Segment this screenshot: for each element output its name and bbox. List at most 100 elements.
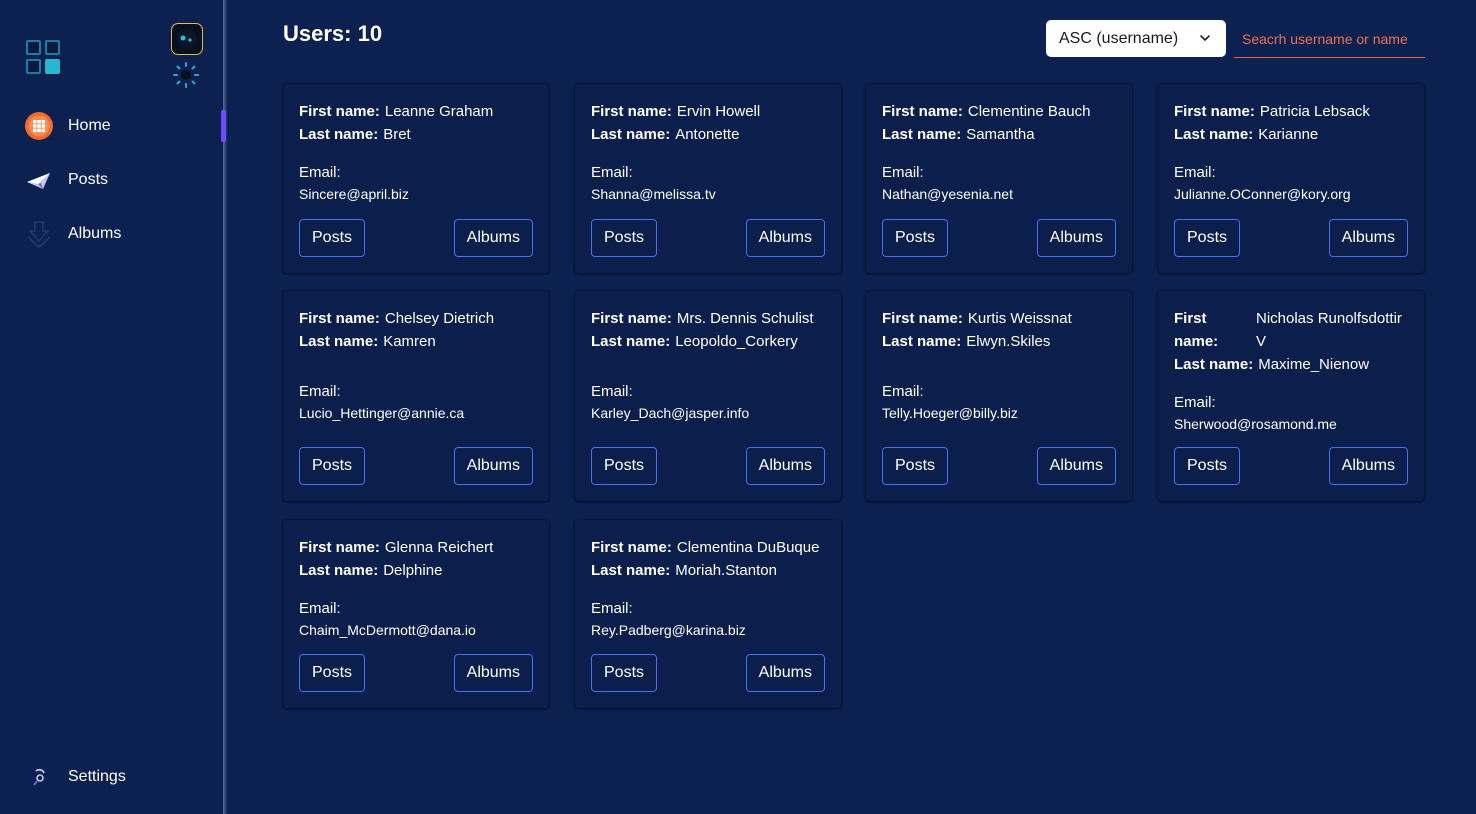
posts-button[interactable]: Posts — [591, 447, 658, 485]
last-name-label: Last name: — [591, 333, 671, 350]
email-label: Email: — [591, 383, 633, 400]
first-name-value: Chelsey Dietrich — [384, 310, 495, 327]
first-name-label: First name: — [591, 103, 672, 120]
sidebar-item-home[interactable]: Home — [24, 110, 214, 142]
last-name-label: Last name: — [1174, 126, 1254, 143]
sidebar: Home Posts Albums Settings — [0, 0, 223, 814]
posts-button[interactable]: Posts — [882, 447, 949, 485]
last-name-value: Maxime_Nienow — [1258, 356, 1370, 373]
email-value: Sherwood@rosamond.me — [1174, 416, 1337, 432]
chevron-down-icon — [1200, 35, 1210, 42]
theme-toggle-button[interactable] — [171, 23, 203, 55]
email-label: Email: — [1174, 164, 1216, 181]
posts-button[interactable]: Posts — [1174, 219, 1241, 257]
albums-button[interactable]: Albums — [745, 654, 825, 692]
user-card: First name: Kurtis Weissnat Last name: Elw… — [866, 291, 1132, 501]
posts-button[interactable]: Posts — [882, 219, 949, 257]
first-name-value: Nicholas Runolfsdottir V — [1256, 310, 1402, 350]
posts-button[interactable]: Posts — [299, 447, 366, 485]
last-name-value: Antonette — [675, 126, 740, 143]
posts-button[interactable]: Posts — [591, 219, 658, 257]
active-nav-indicator — [221, 110, 226, 142]
search-input[interactable] — [1234, 20, 1425, 58]
email-value: Lucio_Hettinger@annie.ca — [299, 405, 465, 421]
email-label: Email: — [299, 164, 341, 181]
first-name-label: First name: — [882, 310, 963, 327]
albums-button[interactable]: Albums — [1328, 447, 1408, 485]
email-label: Email: — [1174, 394, 1216, 411]
paper-plane-icon — [24, 165, 54, 195]
email-label: Email: — [591, 600, 633, 617]
posts-button[interactable]: Posts — [299, 219, 366, 257]
user-card: First name: Chelsey Dietrich Last name: Ka… — [283, 291, 549, 501]
last-name-value: Elwyn.Skiles — [966, 333, 1051, 350]
sidebar-item-settings[interactable]: Settings — [24, 761, 214, 793]
grid-home-icon — [24, 111, 54, 141]
last-name-value: Bret — [383, 126, 411, 143]
email-value: Julianne.OConner@kory.org — [1174, 186, 1351, 202]
last-name-value: Moriah.Stanton — [675, 562, 777, 579]
first-name-value: Mrs. Dennis Schulist — [676, 310, 814, 327]
last-name-label: Last name: — [299, 333, 379, 350]
users-count-heading: Users: 10 — [283, 21, 383, 46]
email-label: Email: — [299, 600, 341, 617]
user-card: First name: Patricia Lebsack Last name: Ka… — [1158, 84, 1424, 273]
posts-button[interactable]: Posts — [1174, 447, 1241, 485]
email-value: Nathan@yesenia.net — [882, 186, 1013, 202]
gear-icon — [24, 762, 54, 792]
sidebar-item-label: Albums — [68, 225, 122, 242]
sort-select[interactable]: ASC (username) — [1046, 20, 1226, 57]
email-label: Email: — [882, 164, 924, 181]
last-name-label: Last name: — [591, 562, 671, 579]
first-name-value: Patricia Lebsack — [1259, 103, 1370, 120]
first-name-label: First name: — [299, 310, 380, 327]
email-value: Shanna@melissa.tv — [591, 186, 716, 202]
first-name-label: First name: — [591, 539, 672, 556]
first-name-label: First name: — [1174, 310, 1219, 350]
albums-button[interactable]: Albums — [1328, 219, 1408, 257]
last-name-label: Last name: — [591, 126, 671, 143]
email-value: Rey.Padberg@karina.biz — [591, 622, 746, 638]
albums-button[interactable]: Albums — [745, 447, 825, 485]
email-value: Chaim_McDermott@dana.io — [299, 622, 476, 638]
posts-button[interactable]: Posts — [299, 654, 366, 692]
first-name-value: Ervin Howell — [676, 103, 761, 120]
posts-button[interactable]: Posts — [591, 654, 658, 692]
email-value: Telly.Hoeger@billy.biz — [882, 405, 1018, 421]
email-value: Karley_Dach@jasper.info — [591, 405, 750, 421]
first-name-value: Leanne Graham — [384, 103, 494, 120]
sort-select-value: ASC (username) — [1059, 29, 1179, 47]
user-card: First name: Leanne Graham Last name: Bret … — [283, 84, 549, 273]
last-name-label: Last name: — [299, 126, 379, 143]
sidebar-item-label: Posts — [68, 171, 109, 188]
user-card: First name: Glenna Reichert Last name: Del… — [283, 520, 549, 708]
first-name-value: Clementina DuBuque — [676, 539, 820, 556]
last-name-label: Last name: — [882, 333, 962, 350]
user-card: First name: Clementine Bauch Last name: Sa… — [866, 84, 1132, 273]
first-name-label: First name: — [1174, 103, 1255, 120]
app-logo-icon[interactable] — [26, 40, 62, 76]
email-value: Sincere@april.biz — [299, 186, 409, 202]
user-card: First name: Clementina DuBuque Last name:… — [575, 520, 841, 708]
albums-button[interactable]: Albums — [745, 219, 825, 257]
first-name-label: First name: — [591, 310, 672, 327]
download-box-icon — [24, 219, 54, 249]
sidebar-item-albums[interactable]: Albums — [24, 218, 214, 250]
first-name-value: Clementine Bauch — [967, 103, 1091, 120]
albums-button[interactable]: Albums — [1036, 447, 1116, 485]
last-name-value: Leopoldo_Corkery — [675, 333, 798, 350]
first-name-value: Kurtis Weissnat — [967, 310, 1072, 327]
sidebar-item-posts[interactable]: Posts — [24, 164, 214, 196]
albums-button[interactable]: Albums — [453, 447, 533, 485]
last-name-value: Samantha — [966, 126, 1035, 143]
last-name-value: Kamren — [383, 333, 436, 350]
user-card: First name: Ervin Howell Last name: Antone… — [575, 84, 841, 273]
albums-button[interactable]: Albums — [1036, 219, 1116, 257]
user-card: First name: Mrs. Dennis Schulist Last nam… — [575, 291, 841, 501]
albums-button[interactable]: Albums — [453, 219, 533, 257]
albums-button[interactable]: Albums — [453, 654, 533, 692]
user-card: First name: Nicholas Runolfsdottir V Last… — [1158, 291, 1424, 501]
sun-icon[interactable] — [172, 61, 200, 89]
last-name-value: Delphine — [383, 562, 443, 579]
first-name-label: First name: — [882, 103, 963, 120]
